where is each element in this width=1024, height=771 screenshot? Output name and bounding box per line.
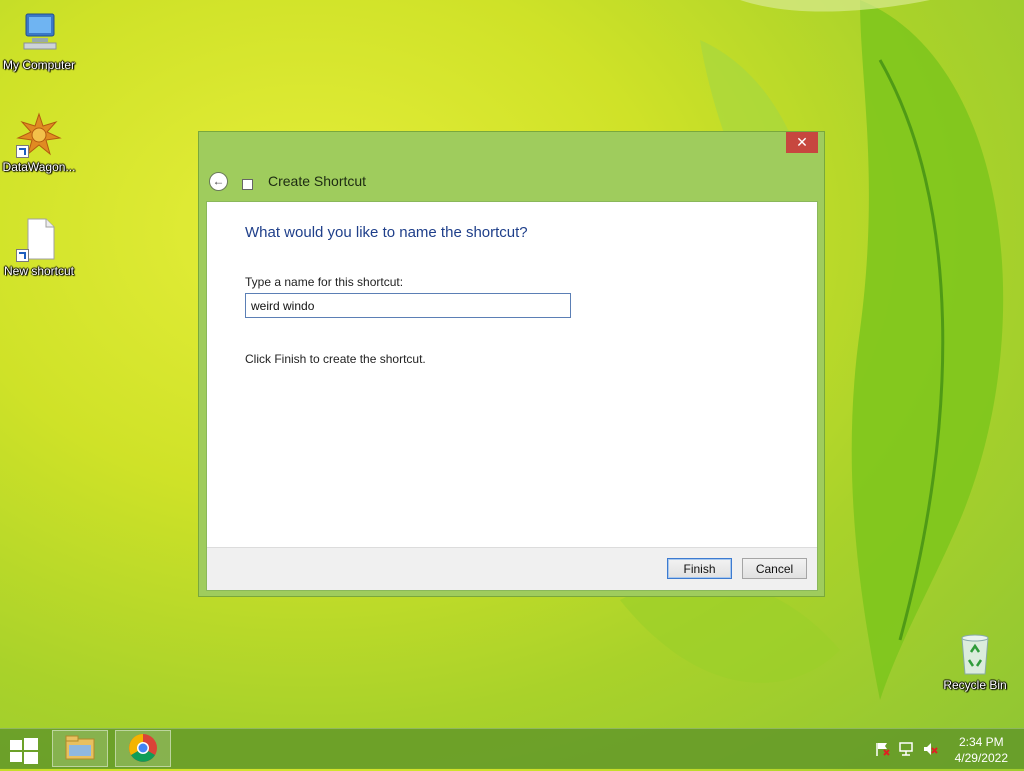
back-arrow-icon[interactable]: ← <box>209 171 228 191</box>
shortcut-small-icon <box>242 178 253 190</box>
dialog-title: Create Shortcut <box>268 173 367 189</box>
chrome-icon <box>129 734 157 762</box>
shortcut-name-input[interactable] <box>245 293 571 318</box>
shortcut-arrow-icon <box>16 249 29 262</box>
create-shortcut-dialog: ✕ ← Create Shortcut What would you like … <box>198 131 825 597</box>
wizard-question: What would you like to name the shortcut… <box>245 224 528 241</box>
folder-icon <box>65 735 95 760</box>
recycle-bin-icon <box>952 630 998 676</box>
shortcut-arrow-icon <box>16 145 29 158</box>
close-button[interactable]: ✕ <box>786 132 818 153</box>
desktop-icon-label: New shortcut <box>3 264 75 278</box>
desktop-icon-label: DataWagon... <box>2 160 76 174</box>
desktop-icon-my-computer[interactable]: My Computer <box>0 10 78 72</box>
speaker-muted-icon[interactable] <box>922 741 938 757</box>
wizard-content: What would you like to name the shortcut… <box>206 201 818 591</box>
network-icon[interactable] <box>898 741 914 757</box>
shortcut-name-label: Type a name for this shortcut: <box>245 275 404 289</box>
taskbar: 2:34 PM 4/29/2022 <box>0 728 1024 769</box>
desktop-icon-label: My Computer <box>2 58 76 72</box>
desktop-icon-datawagon[interactable]: DataWagon... <box>0 112 78 174</box>
clock-time: 2:34 PM <box>958 735 1004 749</box>
taskbar-chrome-button[interactable] <box>115 730 171 767</box>
cancel-button[interactable]: Cancel <box>742 558 807 579</box>
datawagon-icon <box>16 112 62 158</box>
computer-icon <box>16 10 62 56</box>
taskbar-file-explorer-button[interactable] <box>52 730 108 767</box>
windows-start-icon[interactable] <box>10 738 38 764</box>
finish-hint-text: Click Finish to create the shortcut. <box>245 352 426 366</box>
dialog-footer: Finish Cancel <box>207 547 817 590</box>
dialog-header: ← Create Shortcut <box>209 170 366 192</box>
system-clock[interactable]: 2:34 PM 4/29/2022 <box>955 734 1008 766</box>
finish-button[interactable]: Finish <box>667 558 732 579</box>
blank-document-icon <box>16 216 62 262</box>
desktop-icon-new-shortcut[interactable]: New shortcut <box>0 216 78 278</box>
desktop-icon-label: Recycle Bin <box>943 678 1007 692</box>
action-center-flag-icon[interactable] <box>874 741 890 757</box>
clock-date: 4/29/2022 <box>954 751 1008 765</box>
desktop-icon-recycle-bin[interactable]: Recycle Bin <box>936 630 1014 692</box>
